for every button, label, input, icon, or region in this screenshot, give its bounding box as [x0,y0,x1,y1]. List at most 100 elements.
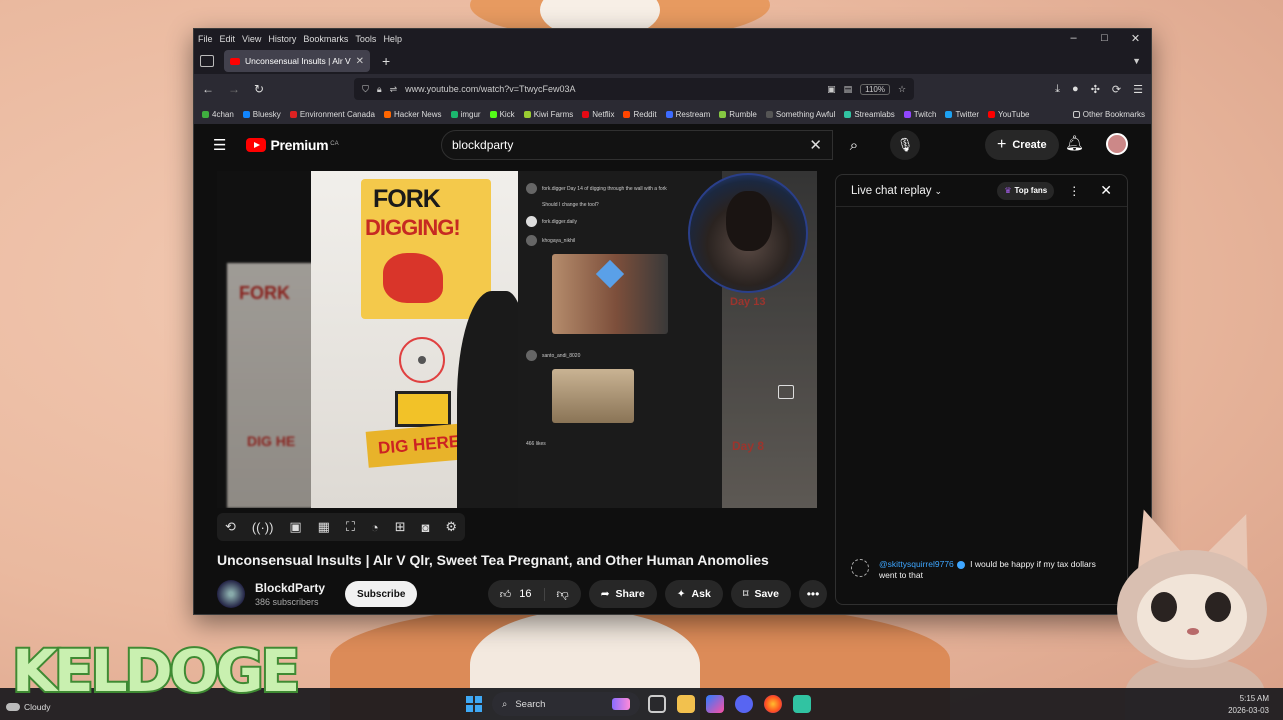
fullscreen-icon[interactable]: ⛶ [346,519,355,535]
chat-close-icon[interactable]: ✕ [1100,182,1112,199]
tab-close-icon[interactable]: ✕ [356,56,364,67]
menu-tools[interactable]: Tools [355,34,376,44]
cinema-icon[interactable]: ▣ [289,519,301,535]
streamlabs-icon[interactable] [793,695,811,713]
picture-in-picture-icon[interactable] [778,385,794,399]
menu-help[interactable]: Help [383,34,402,44]
task-view-icon[interactable] [648,695,666,713]
system-clock[interactable]: 5:15 AM 2026-03-03 [1228,693,1269,716]
chat-author-name[interactable]: @skittysquirrel9776 [879,559,954,569]
start-button[interactable] [466,696,482,712]
top-fans-button[interactable]: ♛ Top fans [997,181,1055,200]
like-button[interactable]: 👍︎ 16 [488,587,545,601]
menu-view[interactable]: View [242,34,261,44]
bookmark-item[interactable]: Something Awful [765,110,835,119]
chat-mode-dropdown[interactable]: Live chat replay ⌄ [851,185,942,197]
screenshot-camera-icon[interactable]: ◙ [422,520,430,535]
search-button[interactable]: ⌕ [839,130,869,160]
ask-button[interactable]: ✦ Ask [664,580,723,608]
bookmark-item[interactable]: Hacker News [383,110,442,119]
audio-icon[interactable]: ((·)) [252,520,274,535]
bookmark-item[interactable]: imgur [450,110,481,119]
bookmark-item[interactable]: Reddit [623,110,657,119]
extension-icon[interactable]: ● [1072,83,1079,96]
menu-edit[interactable]: Edit [220,34,236,44]
zoom-level[interactable]: 110% [860,83,890,95]
bookmark-item[interactable]: Bluesky [242,110,281,119]
menu-bookmarks[interactable]: Bookmarks [303,34,348,44]
guide-menu-icon[interactable]: ☰ [213,136,226,154]
settings-gear-icon[interactable]: ⚙ [445,519,457,535]
channel-name[interactable]: BlockdParty [255,581,325,595]
chat-menu-icon[interactable]: ⋮ [1068,184,1080,198]
url-text[interactable]: www.youtube.com/watch?v=TtwycFew03A [405,84,819,94]
reader-view-icon[interactable]: ▤ [844,84,853,95]
other-bookmarks-label: Other Bookmarks [1082,109,1145,119]
loop-icon[interactable]: ⟲ [225,519,236,535]
more-actions-button[interactable]: ••• [799,580,827,608]
new-tab-button[interactable]: + [382,53,390,69]
bookmark-item[interactable]: Twitch [903,110,936,119]
search-query[interactable]: blockdparty [452,138,809,152]
downloads-icon[interactable]: ⤓ [1055,83,1060,96]
youtube-logo[interactable]: Premium CA [246,137,339,153]
other-bookmarks[interactable]: Other Bookmarks [1072,109,1145,119]
extensions-puzzle-icon[interactable]: ✣ [1091,83,1100,96]
bookmark-item[interactable]: 4chan [202,110,234,119]
copilot-icon[interactable] [706,695,724,713]
share-label: Share [615,588,645,600]
file-explorer-icon[interactable] [677,695,695,713]
extension-toggle-icon[interactable]: ⟳ [1112,83,1121,96]
taskbar-apps [648,695,811,713]
voice-search-button[interactable]: 🎙︎ [890,130,920,160]
video-player[interactable]: FORK DIG HE FORK DIGGING! DIG HERE! fork… [217,171,817,508]
bookmark-item[interactable]: Rumble [719,110,757,119]
speed-icon[interactable]: ◔ [371,520,379,535]
app-menu-icon[interactable]: ☰ [1133,83,1143,96]
bookmark-star-icon[interactable]: ☆ [898,84,906,95]
subscribe-button[interactable]: Subscribe [345,581,418,607]
plus-icon: + [997,136,1007,153]
menu-file[interactable]: File [198,34,213,44]
taskbar-search-label: Search [515,698,546,710]
taskbar-search[interactable]: ⌕ Search [492,692,640,716]
bookmark-item[interactable]: Restream [665,110,710,119]
filmstrip-icon[interactable]: ▦ [318,519,330,535]
maximize-button[interactable]: □ [1089,32,1120,45]
create-button[interactable]: + Create [985,130,1059,160]
forward-button[interactable]: → [228,82,240,96]
tab-list-chevron-icon[interactable]: ▼ [1132,56,1141,66]
url-bar[interactable]: ⛉ 🔒︎ ⇌ www.youtube.com/watch?v=TtwycFew0… [354,78,915,100]
notifications-bell-icon[interactable]: 🔔︎ [1065,134,1084,152]
bookmark-item[interactable]: Streamlabs [844,110,895,119]
dislike-button[interactable]: 👎︎ [545,587,581,602]
chat-author-avatar[interactable] [851,559,869,577]
search-input[interactable]: blockdparty ✕ [441,130,833,160]
tab-overview-icon[interactable] [200,55,214,67]
minimize-button[interactable]: – [1058,32,1089,45]
close-window-button[interactable]: ✕ [1120,32,1151,45]
menu-history[interactable]: History [268,34,296,44]
channel-avatar[interactable] [217,580,245,608]
reload-button[interactable]: ↻ [254,82,264,96]
firefox-icon[interactable] [764,695,782,713]
bookmark-item[interactable]: Twitter [945,110,979,119]
tracking-shield-icon[interactable]: ⛉ [362,84,369,95]
streamer-webcam [688,173,808,293]
bookmark-item[interactable]: YouTube [988,110,1029,119]
screenshot-icon[interactable]: ▣ [827,84,836,95]
account-avatar[interactable] [1106,133,1128,155]
back-button[interactable]: ← [202,82,214,96]
lock-icon[interactable]: 🔒︎ [377,84,382,95]
clear-search-icon[interactable]: ✕ [809,136,822,154]
save-button[interactable]: ⌑ Save [730,580,791,608]
tab-active[interactable]: Unconsensual Insults | Alr V Qlr ✕ [224,50,370,72]
expand-icon[interactable]: ⊞ [395,519,406,535]
bookmark-item[interactable]: Netflix [582,110,614,119]
page-info-icon[interactable]: ⇌ [390,84,398,95]
bookmark-item[interactable]: Environment Canada [289,110,375,119]
bookmark-item[interactable]: Kick [489,110,515,119]
discord-icon[interactable] [735,695,753,713]
bookmark-item[interactable]: Kiwi Farms [523,110,573,119]
share-button[interactable]: ➦ Share [588,580,657,608]
